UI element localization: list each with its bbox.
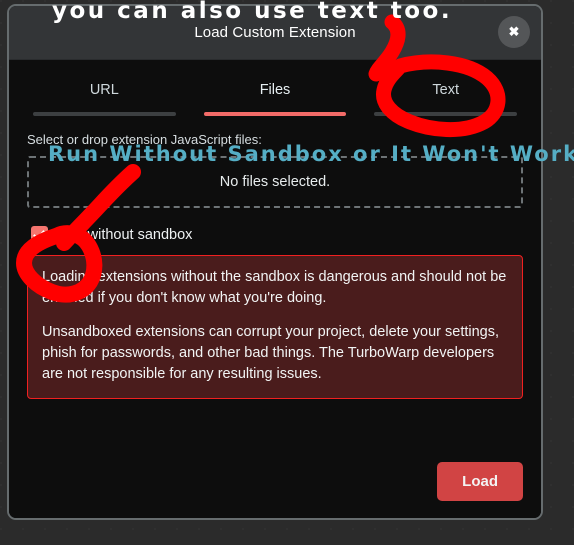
run-without-sandbox-checkbox[interactable]	[31, 226, 48, 243]
modal-footer: Load	[437, 462, 523, 501]
modal-header: Load Custom Extension ✖	[9, 6, 541, 60]
tab-url[interactable]: URL	[19, 82, 190, 116]
files-instruction-label: Select or drop extension JavaScript file…	[27, 132, 262, 147]
tab-url-label: URL	[89, 82, 119, 98]
modal-body: URL Files Text Select or drop extension …	[9, 60, 541, 518]
file-dropzone[interactable]: No files selected.	[27, 156, 523, 208]
load-button[interactable]: Load	[437, 462, 523, 501]
tab-url-underline	[33, 112, 176, 116]
load-custom-extension-modal: Load Custom Extension ✖ URL Files Text S…	[7, 4, 543, 520]
tab-text[interactable]: Text	[360, 82, 531, 116]
tab-files-underline	[203, 112, 347, 116]
tab-files[interactable]: Files	[190, 82, 361, 116]
tab-bar: URL Files Text	[9, 60, 541, 116]
dropzone-status-text: No files selected.	[219, 174, 331, 190]
modal-title: Load Custom Extension	[194, 24, 356, 41]
tab-text-label: Text	[432, 82, 459, 98]
tab-panel-files: Select or drop extension JavaScript file…	[9, 116, 541, 400]
warning-paragraph: Loading extensions without the sandbox i…	[42, 269, 507, 307]
sandbox-warning-box: Loading extensions without the sandbox i…	[27, 255, 523, 400]
tab-text-underline	[374, 112, 518, 116]
tab-files-label: Files	[259, 82, 291, 98]
close-icon[interactable]: ✖	[498, 16, 530, 48]
warning-paragraph: Unsandboxed extensions can corrupt your …	[42, 324, 500, 383]
run-without-sandbox-row[interactable]: Run without sandbox	[31, 226, 523, 243]
run-without-sandbox-label: Run without sandbox	[57, 226, 193, 243]
